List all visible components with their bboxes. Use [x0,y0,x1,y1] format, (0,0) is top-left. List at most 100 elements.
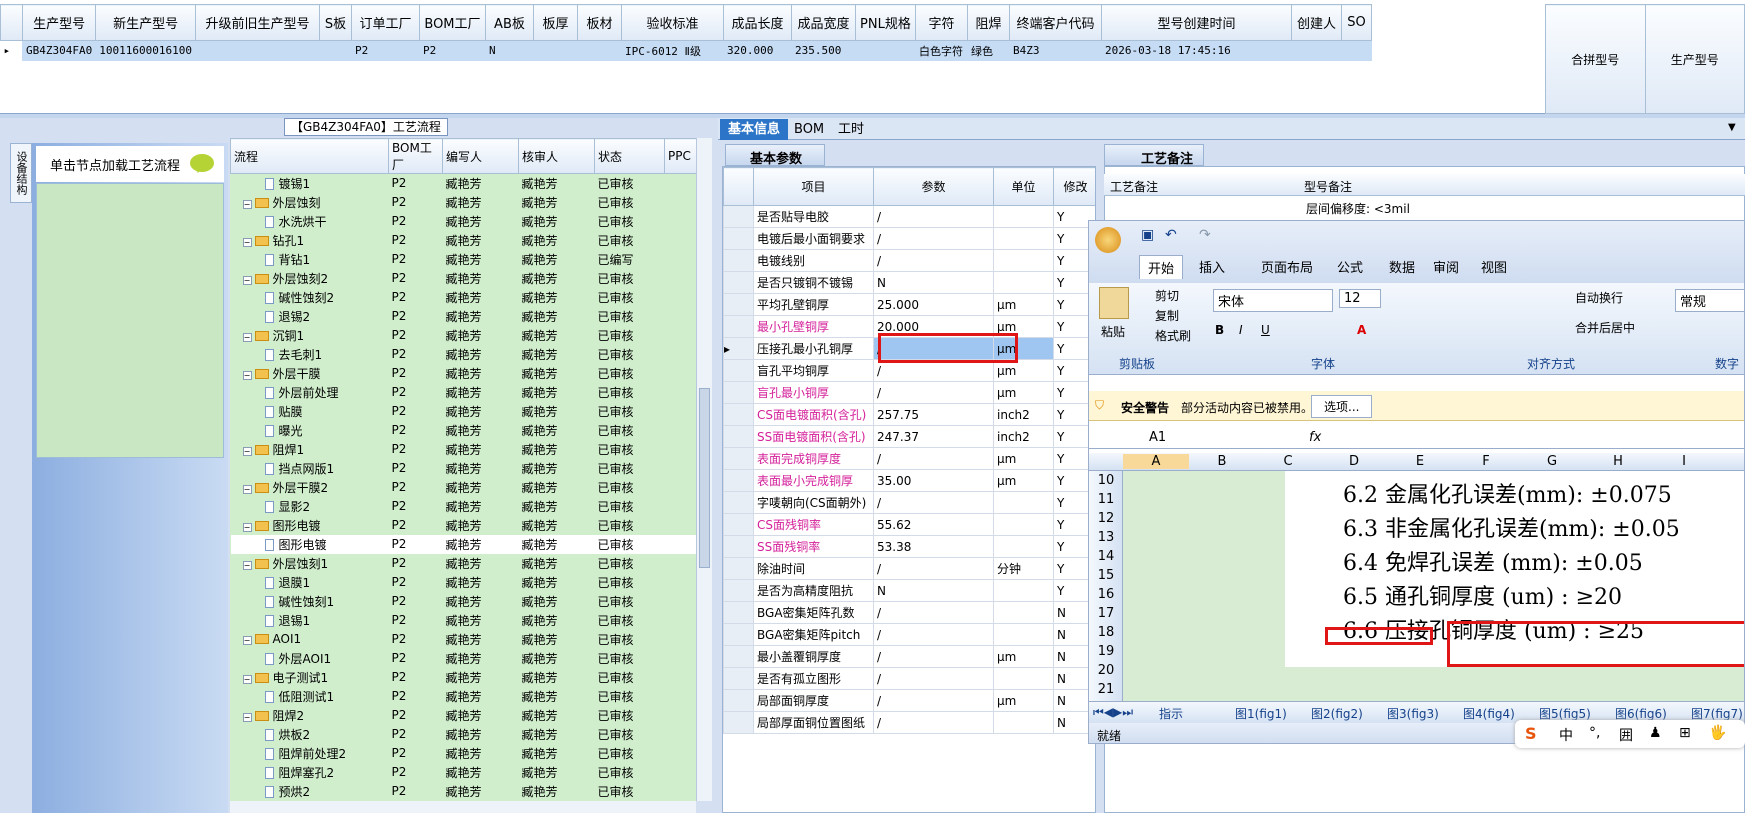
process-name-cell[interactable]: − 外层蚀刻2 [231,269,389,288]
product-cell[interactable]: 320.000 [723,40,792,61]
param-row[interactable]: CS面残铜率 55.62 Y [723,513,1095,536]
product-cell[interactable] [855,40,916,61]
product-row[interactable]: ▸ GB4Z304FA0 10011600016100 P2 P2 N IPC-6012 Ⅱ… [0,40,1372,61]
param-row[interactable]: 表面完成铜厚度 / μm Y [723,447,1095,470]
process-row[interactable]: 预烘2 P2 臧艳芳 臧艳芳 已审核 [231,782,697,801]
font-size-select[interactable]: 12 [1339,289,1381,308]
ime-button-icon[interactable]: °, [1589,725,1600,741]
column-header[interactable]: 阻焊 [966,4,1010,41]
param-row[interactable]: 局部厚面铜位置图纸 / N [723,711,1095,734]
product-cell[interactable]: 白色字符 [915,40,968,61]
process-row[interactable]: 外层AOI1 P2 臧艳芳 臧艳芳 已审核 [231,649,697,668]
process-hscrollbar[interactable] [230,801,696,813]
param-value[interactable]: 25.000 [873,293,994,316]
process-name-cell[interactable]: 图形电镀 [230,534,389,554]
param-value[interactable]: / [873,711,994,734]
row-header-cell[interactable]: 14 [1089,549,1123,564]
param-row[interactable]: SS面残铜率 53.38 Y [723,535,1095,558]
process-column-header[interactable]: 流程 [230,138,389,174]
process-row[interactable]: − 电子测试1 P2 臧艳芳 臧艳芳 已审核 [231,668,697,687]
ime-button-icon[interactable]: 中 [1559,725,1573,745]
column-header[interactable]: 成品宽度 [790,4,856,41]
param-value[interactable]: 53.38 [873,535,994,558]
tab-bom[interactable]: BOM [786,119,832,140]
process-row[interactable]: − 阻焊2 P2 臧艳芳 臧艳芳 已审核 [231,706,697,725]
row-header-cell[interactable]: 11 [1089,492,1123,507]
ime-button-icon[interactable]: ♟ [1649,725,1662,741]
tab-process-notes[interactable]: 工艺备注 [1104,144,1204,167]
process-name-cell[interactable]: 低阻测试1 [231,687,389,706]
param-value[interactable]: 257.75 [873,403,994,426]
process-row[interactable]: − 外层蚀刻2 P2 臧艳芳 臧艳芳 已审核 [231,269,697,288]
process-name-cell[interactable]: 曝光 [231,421,389,440]
column-header[interactable]: PNL规格 [854,4,916,41]
process-name-cell[interactable]: − 外层蚀刻 [231,193,389,212]
ime-button-icon[interactable]: ⊞ [1679,725,1691,741]
process-name-cell[interactable]: 退锡2 [231,307,389,326]
process-name-cell[interactable]: − 外层干膜2 [231,478,389,497]
column-header[interactable]: AB板 [484,4,534,41]
column-header[interactable]: 验收标准 [620,4,724,41]
process-scrollbar[interactable] [696,138,712,801]
merge-model-header[interactable]: 合拼型号 [1545,4,1646,114]
collapse-icon[interactable]: − [242,370,252,380]
process-name-cell[interactable]: − 电子测试1 [231,668,389,687]
column-header-cell[interactable]: B [1189,454,1255,469]
param-value[interactable]: N [873,271,994,294]
collapse-icon[interactable]: − [242,332,252,342]
process-row[interactable]: 退锡1 P2 臧艳芳 臧艳芳 已审核 [231,611,697,630]
column-header-cell[interactable]: E [1387,454,1453,469]
column-header[interactable]: BOM工厂 [418,4,486,41]
process-row[interactable]: 阻焊前处理2 P2 臧艳芳 臧艳芳 已审核 [231,744,697,763]
param-row[interactable]: 是否只镀铜不镀锡 N Y [723,271,1095,294]
name-box[interactable]: A1 [1149,430,1166,445]
param-row[interactable]: SS面电镀面积(含孔) 247.37 inch2 Y [723,425,1095,448]
param-value[interactable]: / [873,381,994,404]
param-row[interactable]: CS面电镀面积(含孔) 257.75 inch2 Y [723,403,1095,426]
bold-button[interactable]: B [1215,323,1224,337]
product-cell[interactable]: 10011600016100 [95,40,196,61]
column-header[interactable]: 新生产型号 [95,4,196,41]
process-name-cell[interactable]: − 外层干膜 [231,364,389,383]
process-name-cell[interactable]: 阻焊前处理2 [231,744,389,763]
param-row[interactable]: 电镀线别 / Y [723,249,1095,272]
collapse-icon[interactable]: − [242,484,252,494]
process-row[interactable]: − 外层蚀刻1 P2 臧艳芳 臧艳芳 已审核 [231,554,697,573]
product-cell[interactable]: B4Z3 [1009,40,1102,61]
param-value[interactable]: / [873,645,994,668]
undo-icon[interactable]: ↶ [1165,227,1177,243]
process-name-cell[interactable]: − 阻焊2 [231,706,389,725]
param-row[interactable]: 是否为高精度阻抗 N Y [723,579,1095,602]
ribbon-tab[interactable]: 页面布局 [1261,257,1313,276]
fx-icon[interactable]: fx [1309,430,1321,445]
process-row[interactable]: − 图形电镀 P2 臧艳芳 臧艳芳 已审核 [231,516,697,535]
process-row[interactable]: 阻焊塞孔2 P2 臧艳芳 臧艳芳 已审核 [231,763,697,782]
process-name-cell[interactable]: 碱性蚀刻2 [231,288,389,307]
collapse-icon[interactable]: − [242,522,252,532]
param-value[interactable]: / [873,623,994,646]
process-name-cell[interactable]: − 阻焊1 [231,440,389,459]
param-value[interactable]: 35.00 [873,469,994,492]
sheet-tab[interactable]: 指示 [1159,705,1183,722]
merge-center-button[interactable]: 合并后居中 [1575,319,1635,336]
process-name-cell[interactable]: − 外层蚀刻1 [231,554,389,573]
process-column-header[interactable]: 核审人 [518,138,595,174]
process-name-cell[interactable]: − 钻孔1 [231,231,389,250]
param-value[interactable]: / [873,557,994,580]
collapse-icon[interactable]: − [242,560,252,570]
process-name-cell[interactable]: 水洗烘干 [231,212,389,231]
product-cell[interactable] [533,40,578,61]
process-name-cell[interactable]: 烘板2 [231,725,389,744]
process-row[interactable]: 烘板2 P2 臧艳芳 臧艳芳 已审核 [231,725,697,744]
row-header-cell[interactable]: 10 [1089,473,1123,488]
param-value[interactable]: / [873,227,994,250]
tab-labor[interactable]: 工时 [830,119,872,140]
param-value[interactable]: / [873,601,994,624]
merge-product-header[interactable]: 生产型号 [1644,4,1745,114]
process-row[interactable]: 镀锡1 P2 臧艳芳 臧艳芳 已审核 [231,174,697,193]
ime-button-icon[interactable]: 囲 [1619,725,1633,745]
collapse-icon[interactable]: − [242,199,252,209]
process-row[interactable]: − 钻孔1 P2 臧艳芳 臧艳芳 已审核 [231,231,697,250]
param-value[interactable]: / [873,249,994,272]
sheet-tab[interactable]: 图3(fig3) [1387,705,1439,722]
